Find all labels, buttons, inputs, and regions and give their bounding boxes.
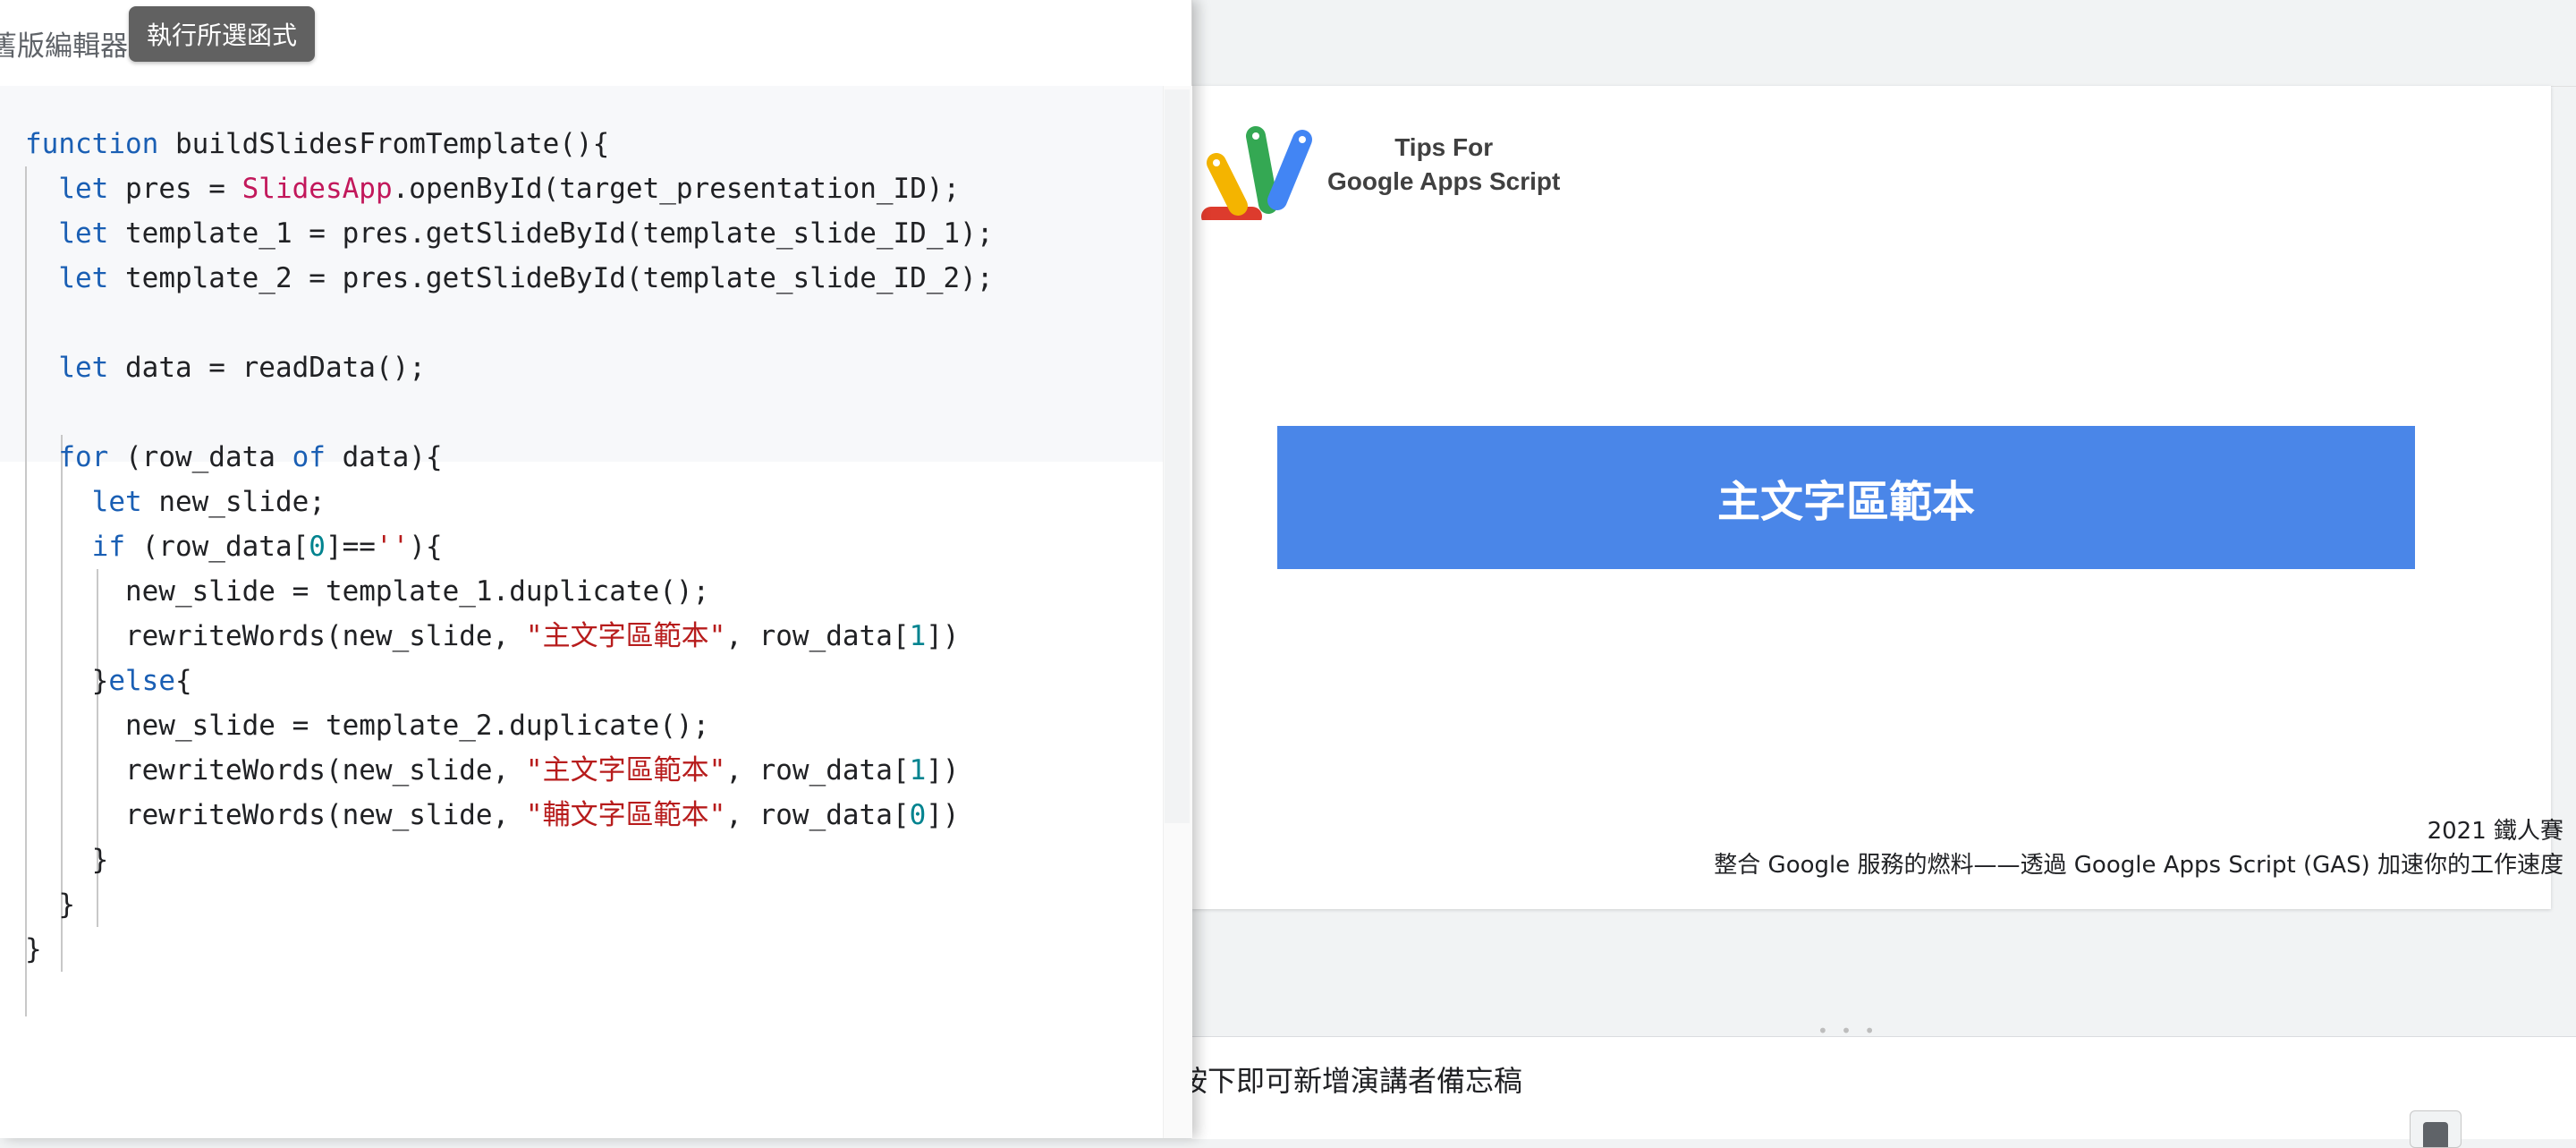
code-line[interactable]: let pres = SlidesApp.openById(target_pre… <box>25 166 994 211</box>
speaker-notes-toggle-icon[interactable] <box>2410 1110 2462 1148</box>
code-token: rewriteWords(new_slide, <box>25 799 526 831</box>
code-token: let <box>58 173 109 205</box>
code-token: 1 <box>909 620 927 652</box>
footer-line1: 2021 鐵人賽 <box>2427 818 2563 845</box>
code-line[interactable]: let new_slide; <box>25 480 994 524</box>
code-token: } <box>25 665 109 697</box>
code-token: 1 <box>909 754 927 787</box>
code-token: ]== <box>325 531 376 563</box>
code-line[interactable]: let template_1 = pres.getSlideById(templ… <box>25 211 994 256</box>
footer-line2: 整合 Google 服務的燃料——透過 Google Apps Script (… <box>1714 852 2563 879</box>
code-token: , row_data[ <box>725 620 910 652</box>
code-line[interactable] <box>25 390 994 435</box>
apps-script-logo-icon <box>1201 126 1312 220</box>
speaker-notes-placeholder: 按下即可新增演講者備忘稿 <box>1179 1064 1523 1098</box>
code-token: rewriteWords(new_slide, <box>25 620 526 652</box>
code-line[interactable]: if (row_data[0]==''){ <box>25 524 994 569</box>
code-token: if <box>91 531 125 563</box>
code-token: } <box>25 844 109 876</box>
logo-text-line2: Google Apps Script <box>1327 167 1561 195</box>
slide-footer[interactable]: 2021 鐵人賽 整合 Google 服務的燃料——透過 Google Apps… <box>1714 814 2563 882</box>
logo-text: Tips For Google Apps Script <box>1327 131 1560 199</box>
code-line[interactable]: } <box>25 927 994 972</box>
code-token: rewriteWords(new_slide, <box>25 754 526 787</box>
code-token: data){ <box>325 441 443 473</box>
editor-header: 舊版編輯器 執行所選函式 <box>0 0 1191 88</box>
code-editor-panel: 舊版編輯器 執行所選函式 function buildSlidesFromTem… <box>0 0 1192 1138</box>
code-token: let <box>58 217 109 250</box>
code-token: "主文字區範本" <box>525 754 726 787</box>
code-line[interactable]: let data = readData(); <box>25 345 994 390</box>
code-token: new_slide = template_1.duplicate(); <box>25 575 710 608</box>
slides-panel: Tips For Google Apps Script 主文字區範本 2021 … <box>1179 0 2576 1148</box>
code-token: '' <box>375 531 410 563</box>
legacy-editor-label[interactable]: 舊版編輯器 <box>0 23 128 64</box>
code-token: new_slide = template_2.duplicate(); <box>25 710 710 742</box>
code-text[interactable]: function buildSlidesFromTemplate(){ let … <box>25 122 994 972</box>
code-token: let <box>58 352 109 384</box>
code-line[interactable] <box>25 301 994 345</box>
code-token: , row_data[ <box>725 799 910 831</box>
code-token: (row_data <box>108 441 292 473</box>
code-token: } <box>25 889 75 921</box>
code-line[interactable]: for (row_data of data){ <box>25 435 994 480</box>
code-line[interactable]: new_slide = template_2.duplicate(); <box>25 703 994 748</box>
code-line[interactable]: function buildSlidesFromTemplate(){ <box>25 122 994 166</box>
code-token: template_1 = pres.getSlideById(template_… <box>108 217 994 250</box>
code-token: for <box>58 441 109 473</box>
code-line[interactable]: } <box>25 882 994 927</box>
code-token: (row_data[ <box>124 531 309 563</box>
code-token: of <box>292 441 326 473</box>
code-token: 0 <box>309 531 326 563</box>
code-token: "主文字區範本" <box>525 620 726 652</box>
code-token: let <box>58 262 109 294</box>
code-token: .openById(target_presentation_ID); <box>392 173 961 205</box>
code-line[interactable]: rewriteWords(new_slide, "輔文字區範本", row_da… <box>25 793 994 838</box>
slide-canvas[interactable]: Tips For Google Apps Script 主文字區範本 2021 … <box>1191 86 2563 909</box>
code-token: pres = <box>108 173 242 205</box>
speaker-notes-area[interactable]: 按下即可新增演講者備忘稿 <box>1179 1036 2576 1148</box>
code-token: ]) <box>926 620 960 652</box>
code-line[interactable]: rewriteWords(new_slide, "主文字區範本", row_da… <box>25 614 994 659</box>
code-token: else <box>108 665 175 697</box>
run-selected-function-tooltip: 執行所選函式 <box>129 6 316 62</box>
code-token: , row_data[ <box>725 754 910 787</box>
slides-toolbar <box>1191 0 2576 87</box>
code-token: "輔文字區範本" <box>525 799 726 831</box>
code-line[interactable]: let template_2 = pres.getSlideById(templ… <box>25 256 994 301</box>
code-token: ]) <box>926 754 960 787</box>
code-token: SlidesApp <box>242 173 393 205</box>
code-token: ]) <box>926 799 960 831</box>
code-area[interactable]: function buildSlidesFromTemplate(){ let … <box>0 86 1163 1138</box>
main-text-label: 主文字區範本 <box>1716 477 1975 527</box>
code-token: buildSlidesFromTemplate(){ <box>158 128 610 160</box>
code-token: function <box>25 128 159 160</box>
code-token: ){ <box>409 531 443 563</box>
code-token: let <box>91 486 142 518</box>
code-line[interactable]: rewriteWords(new_slide, "主文字區範本", row_da… <box>25 748 994 793</box>
logo-text-line1: Tips For <box>1394 133 1494 161</box>
code-line[interactable]: } <box>25 838 994 882</box>
code-line[interactable]: }else{ <box>25 659 994 703</box>
code-line[interactable]: new_slide = template_1.duplicate(); <box>25 569 994 614</box>
code-token: { <box>174 665 192 697</box>
code-token: template_2 = pres.getSlideById(template_… <box>108 262 994 294</box>
code-token: data = readData(); <box>108 352 426 384</box>
code-token: new_slide; <box>141 486 326 518</box>
code-token: 0 <box>909 799 927 831</box>
main-text-placeholder[interactable]: 主文字區範本 <box>1277 426 2415 569</box>
code-token: } <box>25 933 42 965</box>
notes-button-glyph <box>2423 1122 2448 1147</box>
editor-scrollbar-thumb[interactable] <box>1165 89 1190 823</box>
